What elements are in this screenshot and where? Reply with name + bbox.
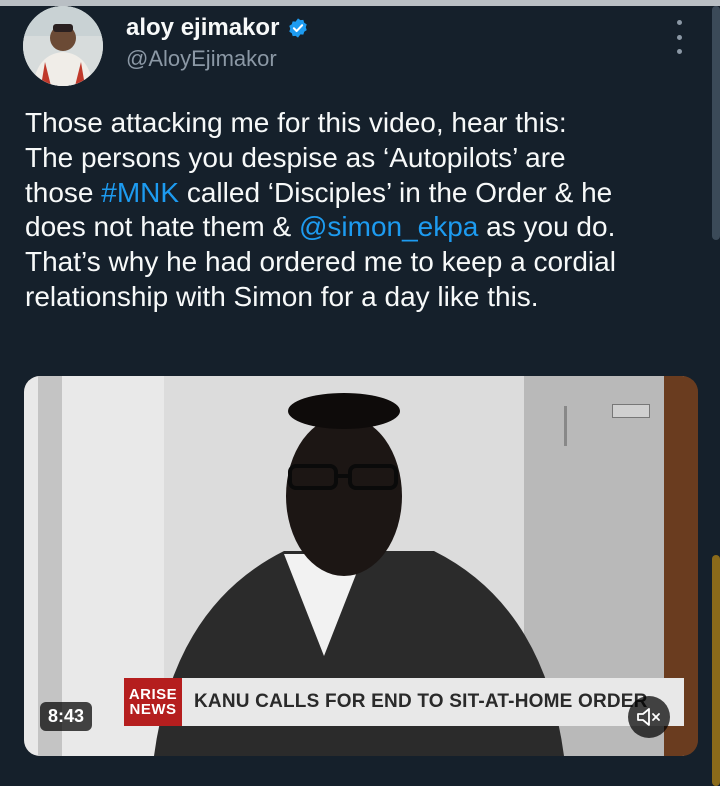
tweet-text-segment: relationship with Simon for a day like t… (25, 280, 539, 312)
top-divider (0, 0, 720, 6)
channel-logo-bug (612, 404, 650, 418)
author-name[interactable]: aloy ejimakor (126, 14, 279, 42)
verified-badge-icon (289, 18, 308, 38)
news-logo: ARISE NEWS (124, 678, 182, 726)
news-logo-bottom: NEWS (129, 701, 177, 718)
tweet-text: Those attacking me for this video, hear … (25, 106, 705, 315)
author-name-row[interactable]: aloy ejimakor (126, 14, 309, 42)
tweet-text-segment: as you do. (478, 211, 616, 243)
tweet-line: those #MNK called ‘Disciples’ in the Ord… (25, 176, 705, 211)
tweet-line: Those attacking me for this video, hear … (25, 106, 705, 141)
video-duration: 8:43 (40, 702, 93, 731)
tweet-line: relationship with Simon for a day like t… (25, 280, 705, 315)
scrollbar-track[interactable] (712, 6, 720, 240)
scrollbar-thumb[interactable] (712, 555, 720, 786)
tweet-line: does not hate them & @simon_ekpa as you … (25, 210, 705, 245)
tweet-text-segment: That’s why he had ordered me to keep a c… (25, 246, 616, 278)
tweet-line: That’s why he had ordered me to keep a c… (25, 245, 705, 280)
volume-muted-icon (637, 708, 660, 726)
ticker-headline: KANU CALLS FOR END TO SIT-AT-HOME ORDER (194, 691, 648, 712)
more-vertical-icon[interactable] (672, 20, 686, 54)
mention-link[interactable]: @simon_ekpa (299, 211, 478, 242)
tweet-text-segment: The persons you despise as ‘Autopilots’ … (25, 141, 566, 173)
news-ticker: ARISE NEWS KANU CALLS FOR END TO SIT-AT-… (124, 678, 684, 726)
mute-button[interactable] (628, 696, 670, 738)
hashtag-link[interactable]: #MNK (101, 177, 179, 208)
video-player[interactable]: ARISE NEWS KANU CALLS FOR END TO SIT-AT-… (24, 376, 698, 756)
tweet-text-segment: does not hate them & (25, 211, 299, 243)
author-handle[interactable]: @AloyEjimakor (126, 46, 277, 72)
tweet-text-segment: called ‘Disciples’ in the Order & he (179, 176, 613, 208)
avatar[interactable] (23, 6, 103, 86)
tweet-line: The persons you despise as ‘Autopilots’ … (25, 141, 705, 176)
news-logo-top: ARISE (128, 686, 178, 703)
tweet-text-segment: Those attacking me for this video, hear … (25, 107, 567, 138)
tweet-text-segment: those (25, 176, 102, 208)
